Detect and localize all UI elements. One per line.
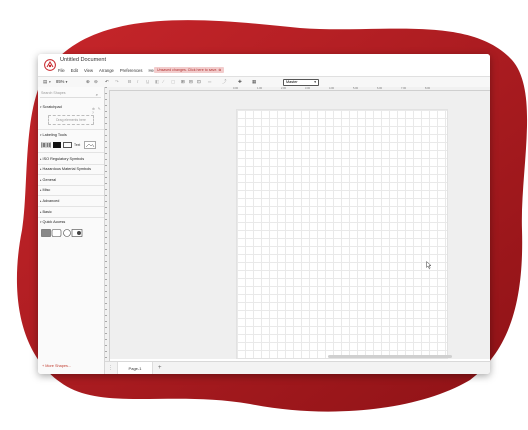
menu-preferences[interactable]: Preferences [120, 67, 143, 75]
bold-icon[interactable]: B [128, 79, 131, 85]
table-icon[interactable]: ▦ [252, 79, 256, 85]
add-page-icon[interactable]: + [158, 364, 162, 372]
zoom-in-icon[interactable]: ⊕ [86, 79, 90, 85]
section-advanced[interactable]: ▸Advanced [40, 198, 59, 204]
distribute-icon[interactable]: ⊟ [189, 79, 193, 85]
unsaved-changes-banner[interactable]: Unsaved changes. Click here to save. ⊗ [154, 67, 225, 73]
mouse-cursor-icon [426, 261, 432, 269]
expand-icon: ▸ [40, 157, 42, 161]
more-shapes-link[interactable]: + More Shapes... [42, 364, 71, 368]
divider [38, 152, 104, 153]
panel-toggle-icon[interactable]: ▤ [43, 79, 47, 85]
expand-icon: ▸ [40, 210, 42, 214]
section-general[interactable]: ▸General [40, 177, 56, 183]
zoom-level[interactable]: 85% ▾ [56, 79, 67, 85]
underline-icon[interactable]: U̲ [146, 79, 149, 85]
divider [38, 206, 104, 207]
panel-toggle-chevron-icon[interactable]: ▾ [49, 79, 51, 85]
section-iso-symbols[interactable]: ▸ISO Regulatory Symbols [40, 156, 84, 162]
divider [38, 195, 104, 196]
redo-icon[interactable]: ↷ [115, 79, 119, 85]
horizontal-scrollbar[interactable] [328, 355, 452, 358]
expand-icon: ▾ [40, 220, 42, 224]
section-quick-access[interactable]: ▾Quick Access [40, 219, 65, 225]
canvas-page[interactable] [236, 109, 448, 359]
zoom-out-icon[interactable]: ⊖ [94, 79, 98, 85]
expand-icon: ▸ [40, 199, 42, 203]
expand-icon: ▸ [40, 178, 42, 182]
ruler-label: 6.00 [377, 87, 383, 90]
drawing-canvas[interactable] [110, 91, 490, 359]
ruler-label: 4.00 [329, 87, 335, 90]
divider [38, 185, 104, 186]
section-basic[interactable]: ▸Basic [40, 209, 52, 215]
title-bar: Untitled Document File Edit View Arrange… [38, 54, 490, 76]
image-shape-icon[interactable] [84, 141, 96, 149]
expand-icon: ▾ [40, 133, 42, 137]
page-tab-1[interactable]: Page-1 [117, 362, 153, 374]
section-hazardous-material[interactable]: ▸Hazardous Material Symbols [40, 166, 91, 172]
expand-icon: ▸ [40, 167, 42, 171]
scratchpad-dropzone[interactable]: Drag elements here [48, 115, 94, 125]
rectangle-shape-icon[interactable] [63, 142, 72, 148]
section-labeling-tools[interactable]: ▾Labeling Tools [40, 132, 67, 138]
ruler-label: 7.00 [401, 87, 407, 90]
menu-file[interactable]: File [58, 67, 65, 75]
shadow-icon[interactable]: ▢ [171, 79, 175, 85]
unsaved-changes-text: Unsaved changes. Click here to save. [157, 68, 218, 72]
divider [38, 217, 104, 218]
fill-color-icon[interactable]: ◧ [155, 79, 159, 85]
group-icon[interactable]: ⊡ [197, 79, 201, 85]
page-select[interactable]: Master ▾ [283, 79, 319, 86]
line-color-icon[interactable]: ∕ [163, 79, 164, 85]
menu-arrange[interactable]: Arrange [99, 67, 114, 75]
search-icon[interactable]: ⌕ [96, 91, 98, 98]
unsaved-close-icon[interactable]: ⊗ [218, 68, 221, 72]
page-select-chevron-icon: ▾ [314, 80, 316, 84]
section-misc[interactable]: ▸Misc [40, 187, 50, 193]
ruler-label: 3.00 [305, 87, 311, 90]
barcode-shape-icon[interactable] [41, 142, 51, 148]
menu-edit[interactable]: Edit [71, 67, 78, 75]
connector-style-icon[interactable]: ⤴ [222, 79, 227, 85]
ruler-label: 5.00 [353, 87, 359, 90]
ruler-label: 1.00 [257, 87, 263, 90]
section-scratchpad[interactable]: ▾Scratchpad [40, 104, 62, 110]
expand-icon: ▸ [40, 188, 42, 192]
divider [38, 174, 104, 175]
ruler-label: 0.00 [233, 87, 239, 90]
filled-box-shape-icon[interactable] [53, 142, 61, 148]
pages-menu-icon[interactable]: ⋮ [108, 365, 113, 371]
menu-bar: File Edit View Arrange Preferences Help [58, 67, 163, 75]
search-shapes-input[interactable]: Search Shapes ⌕ [40, 90, 101, 98]
ruler-label: 2.00 [281, 87, 287, 90]
text-shape[interactable]: Text [74, 142, 80, 148]
italic-icon[interactable]: I [137, 79, 138, 85]
app-window: Untitled Document File Edit View Arrange… [38, 54, 490, 374]
line-style-icon[interactable]: ═ [208, 79, 211, 85]
divider [38, 129, 104, 130]
shape-library-panel: Search Shapes ⌕ ▾Scratchpad ⊕ ✎ ? Drag e… [38, 87, 105, 374]
menu-view[interactable]: View [84, 67, 93, 75]
app-logo-icon [44, 59, 56, 71]
insert-icon[interactable]: ✚ [238, 79, 242, 85]
document-title[interactable]: Untitled Document [60, 57, 106, 63]
align-icon[interactable]: ⊞ [181, 79, 185, 85]
page-tabs-bar: ⋮ Page-1 + [105, 361, 490, 374]
quick-access-shapes[interactable] [41, 229, 85, 237]
scratchpad-actions-icon[interactable]: ⊕ ✎ ? [92, 107, 104, 115]
undo-icon[interactable]: ↶ [105, 79, 109, 85]
expand-icon: ▾ [40, 105, 42, 109]
divider [38, 164, 104, 165]
ruler-label: 8.00 [425, 87, 431, 90]
